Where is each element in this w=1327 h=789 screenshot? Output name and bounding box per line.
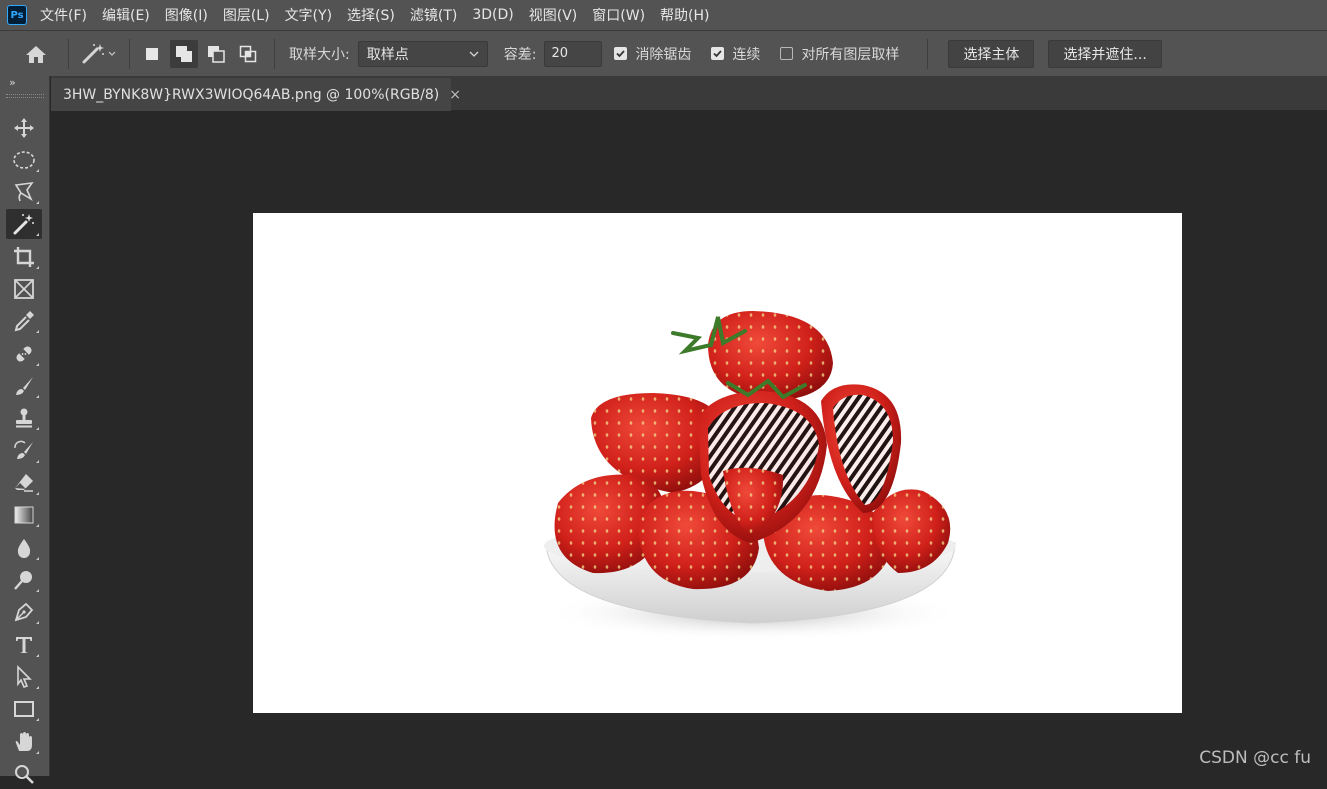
contiguous-checkbox[interactable]: 连续 bbox=[711, 44, 760, 64]
options-bar: 取样大小: 取样点 容差: 20 消除锯齿 连续 对所有图层取样 选择主体 选择… bbox=[0, 30, 1327, 76]
type-tool-icon[interactable] bbox=[6, 630, 42, 660]
tolerance-value: 20 bbox=[551, 46, 568, 61]
pen-tool-icon[interactable] bbox=[6, 597, 42, 627]
checkbox-checked-icon[interactable] bbox=[711, 47, 725, 60]
menu-filter[interactable]: 滤镜(T) bbox=[410, 5, 457, 25]
separator bbox=[129, 38, 130, 69]
separator bbox=[927, 38, 929, 69]
sample-all-layers-checkbox[interactable]: 对所有图层取样 bbox=[780, 44, 899, 64]
menu-type[interactable]: 文字(Y) bbox=[285, 5, 332, 25]
menu-file[interactable]: 文件(F) bbox=[40, 5, 87, 25]
document-canvas[interactable] bbox=[253, 213, 1182, 713]
watermark-text: CSDN @cc fu bbox=[1199, 748, 1311, 768]
select-and-mask-button[interactable]: 选择并遮住... bbox=[1048, 39, 1162, 68]
chevron-down-icon bbox=[469, 51, 479, 57]
anti-alias-checkbox[interactable]: 消除锯齿 bbox=[614, 44, 691, 64]
close-icon[interactable]: × bbox=[449, 87, 461, 103]
panel-grip[interactable] bbox=[6, 94, 44, 98]
add-to-selection-icon[interactable] bbox=[170, 39, 198, 68]
menu-window[interactable]: 窗口(W) bbox=[592, 5, 645, 25]
select-subject-button[interactable]: 选择主体 bbox=[948, 39, 1035, 68]
separator bbox=[274, 38, 275, 69]
healing-brush-tool-icon[interactable] bbox=[6, 339, 42, 369]
rectangle-tool-icon[interactable] bbox=[6, 694, 42, 724]
photoshop-logo-icon[interactable]: Ps bbox=[7, 5, 27, 25]
separator bbox=[68, 38, 69, 69]
checkbox-unchecked-icon[interactable] bbox=[780, 47, 794, 60]
tolerance-label: 容差: bbox=[503, 46, 537, 63]
sample-size-label: 取样大小: bbox=[289, 46, 350, 63]
strawberries-image bbox=[543, 311, 963, 641]
move-tool-icon[interactable] bbox=[6, 113, 42, 143]
checkbox-checked-icon[interactable] bbox=[614, 47, 628, 60]
crop-tool-icon[interactable] bbox=[6, 242, 42, 272]
eraser-tool-icon[interactable] bbox=[6, 468, 42, 498]
lasso-tool-icon[interactable] bbox=[6, 177, 42, 207]
document-tab-bar: 3HW_BYNK8W}RWX3WIOQ64AB.png @ 100%(RGB/8… bbox=[51, 76, 1327, 111]
new-selection-icon[interactable] bbox=[138, 40, 166, 68]
blur-tool-icon[interactable] bbox=[6, 533, 42, 563]
gradient-tool-icon[interactable] bbox=[6, 500, 42, 530]
tolerance-input[interactable]: 20 bbox=[544, 40, 603, 67]
menu-view[interactable]: 视图(V) bbox=[529, 5, 578, 25]
elliptical-marquee-tool-icon[interactable] bbox=[6, 145, 42, 175]
dodge-tool-icon[interactable] bbox=[6, 565, 42, 595]
path-selection-tool-icon[interactable] bbox=[6, 662, 42, 692]
menu-edit[interactable]: 编辑(E) bbox=[102, 5, 150, 25]
tools-panel: » bbox=[0, 76, 50, 784]
magic-wand-tool-icon[interactable] bbox=[6, 209, 42, 239]
document-tab[interactable]: 3HW_BYNK8W}RWX3WIOQ64AB.png @ 100%(RGB/8… bbox=[51, 78, 461, 111]
brush-tool-icon[interactable] bbox=[6, 371, 42, 401]
menu-select[interactable]: 选择(S) bbox=[347, 5, 395, 25]
hand-tool-icon[interactable] bbox=[6, 727, 42, 757]
menu-help[interactable]: 帮助(H) bbox=[660, 5, 709, 25]
history-brush-tool-icon[interactable] bbox=[6, 436, 42, 466]
menu-bar: Ps 文件(F) 编辑(E) 图像(I) 图层(L) 文字(Y) 选择(S) 滤… bbox=[0, 0, 1327, 30]
collapse-panel-icon[interactable]: » bbox=[9, 76, 16, 89]
contiguous-label: 连续 bbox=[732, 46, 761, 63]
sample-size-value: 取样点 bbox=[366, 46, 409, 63]
menu-layer[interactable]: 图层(L) bbox=[223, 5, 270, 25]
anti-alias-label: 消除锯齿 bbox=[635, 46, 692, 63]
document-tab-title: 3HW_BYNK8W}RWX3WIOQ64AB.png @ 100%(RGB/8… bbox=[63, 86, 440, 103]
menu-3d[interactable]: 3D(D) bbox=[472, 7, 513, 23]
canvas-workspace[interactable]: CSDN @cc fu bbox=[51, 111, 1327, 776]
subtract-from-selection-icon[interactable] bbox=[202, 40, 230, 68]
magic-wand-preset-icon[interactable] bbox=[77, 34, 121, 74]
clone-stamp-tool-icon[interactable] bbox=[6, 403, 42, 433]
intersect-selection-icon[interactable] bbox=[234, 40, 262, 68]
frame-tool-icon[interactable] bbox=[6, 274, 42, 304]
sample-size-select[interactable]: 取样点 bbox=[357, 40, 488, 67]
sample-all-layers-label: 对所有图层取样 bbox=[801, 46, 900, 63]
zoom-tool-icon[interactable] bbox=[6, 759, 42, 789]
menu-image[interactable]: 图像(I) bbox=[165, 5, 208, 25]
home-icon[interactable] bbox=[12, 34, 60, 74]
eyedropper-tool-icon[interactable] bbox=[6, 306, 42, 336]
